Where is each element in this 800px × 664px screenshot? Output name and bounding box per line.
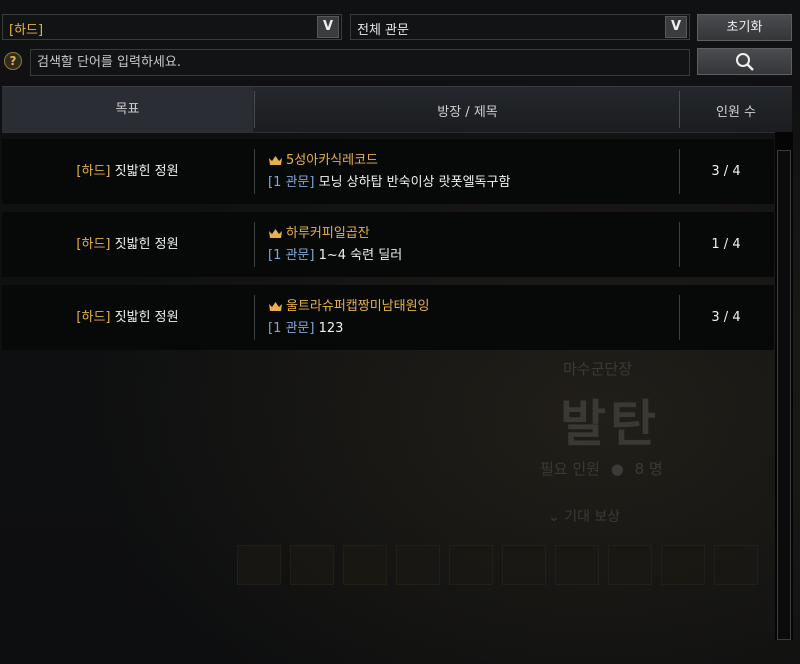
reward-slot [502, 545, 546, 585]
reward-slot [555, 545, 599, 585]
column-divider [254, 222, 255, 267]
party-leader: 5성아카식레코드 [268, 149, 378, 168]
party-leader: 울트라슈퍼캡짱미남태원잉 [268, 295, 430, 314]
difficulty-dropdown[interactable]: [하드] V [2, 14, 342, 40]
stage-tag: [1 관문] [268, 321, 315, 336]
stage-tag: [1 관문] [268, 175, 315, 190]
reward-slot [343, 545, 387, 585]
row-goal: [하드] 짓밟힌 정원 [2, 139, 253, 204]
stage-dropdown[interactable]: 전체 관문 V [350, 14, 690, 40]
member-count: 1 / 4 [711, 237, 741, 252]
reward-slot [608, 545, 652, 585]
party-title-text: 1~4 숙련 딜러 [318, 248, 403, 263]
crown-icon [269, 229, 282, 238]
reward-slot [714, 545, 758, 585]
search-input[interactable] [30, 49, 690, 76]
reward-slot [449, 545, 493, 585]
party-title: [1 관문] 123 [268, 317, 343, 336]
raid-subtitle: 마수군단장 [563, 360, 633, 378]
table-header: 목표 방장 / 제목 인원 수 [2, 86, 792, 133]
difficulty-tag: [하드] [76, 310, 111, 325]
column-header-goal[interactable]: 목표 [2, 87, 253, 132]
member-count: 3 / 4 [711, 164, 741, 179]
crown-icon [269, 302, 282, 311]
person-icon: ● [610, 460, 624, 478]
party-title-text: 123 [318, 321, 344, 336]
party-leader: 하루커피일곱잔 [268, 222, 370, 241]
chevron-down-icon[interactable]: V [665, 16, 687, 38]
scrollbar-thumb[interactable] [777, 150, 791, 640]
reward-slot [290, 545, 334, 585]
party-title: [1 관문] 1~4 숙련 딜러 [268, 244, 402, 263]
required-members: 필요 인원 ● 8 명 [540, 458, 663, 479]
crown-icon [269, 156, 282, 165]
help-icon[interactable]: ? [4, 52, 22, 70]
column-header-title[interactable]: 방장 / 제목 [255, 101, 680, 120]
chevron-down-icon: ⌄ [548, 509, 560, 525]
table-row[interactable]: [하드] 짓밟힌 정원 울트라슈퍼캡짱미남태원잉 [1 관문] 123 3 / … [2, 285, 774, 350]
raid-title: 발탄 [560, 395, 660, 453]
reward-slot [396, 545, 440, 585]
reward-slot [237, 545, 281, 585]
table-row[interactable]: [하드] 짓밟힌 정원 5성아카식레코드 [1 관문] 모닝 상하탑 반숙이상 … [2, 139, 774, 204]
difficulty-tag: [하드] [76, 164, 111, 179]
required-label: 필요 인원 [540, 460, 600, 478]
row-goal: [하드] 짓밟힌 정원 [2, 285, 253, 350]
stage-value: 전체 관문 [357, 23, 409, 38]
member-count: 3 / 4 [711, 310, 741, 325]
search-icon [736, 53, 754, 71]
column-header-count[interactable]: 인원 수 [680, 101, 792, 120]
table-row[interactable]: [하드] 짓밟힌 정원 하루커피일곱잔 [1 관문] 1~4 숙련 딜러 1 /… [2, 212, 774, 277]
goal-name: 짓밟힌 정원 [114, 237, 179, 252]
search-button[interactable] [697, 48, 792, 75]
column-divider [254, 149, 255, 194]
goal-name: 짓밟힌 정원 [114, 164, 179, 179]
expected-reward-label: ⌄ 기대 보상 [548, 509, 621, 525]
party-title-text: 모닝 상하탑 반숙이상 랏폿엘독구함 [318, 175, 511, 190]
reward-slots [237, 545, 758, 585]
column-divider [254, 295, 255, 340]
reset-button[interactable]: 초기화 [697, 14, 792, 41]
row-goal: [하드] 짓밟힌 정원 [2, 212, 253, 277]
required-count: 8 명 [634, 460, 663, 478]
stage-tag: [1 관문] [268, 248, 315, 263]
goal-name: 짓밟힌 정원 [114, 310, 179, 325]
difficulty-tag: [하드] [76, 237, 111, 252]
party-title: [1 관문] 모닝 상하탑 반숙이상 랏폿엘독구함 [268, 171, 510, 190]
difficulty-value: [하드] [9, 23, 44, 38]
reward-slot [661, 545, 705, 585]
chevron-down-icon[interactable]: V [317, 16, 339, 38]
